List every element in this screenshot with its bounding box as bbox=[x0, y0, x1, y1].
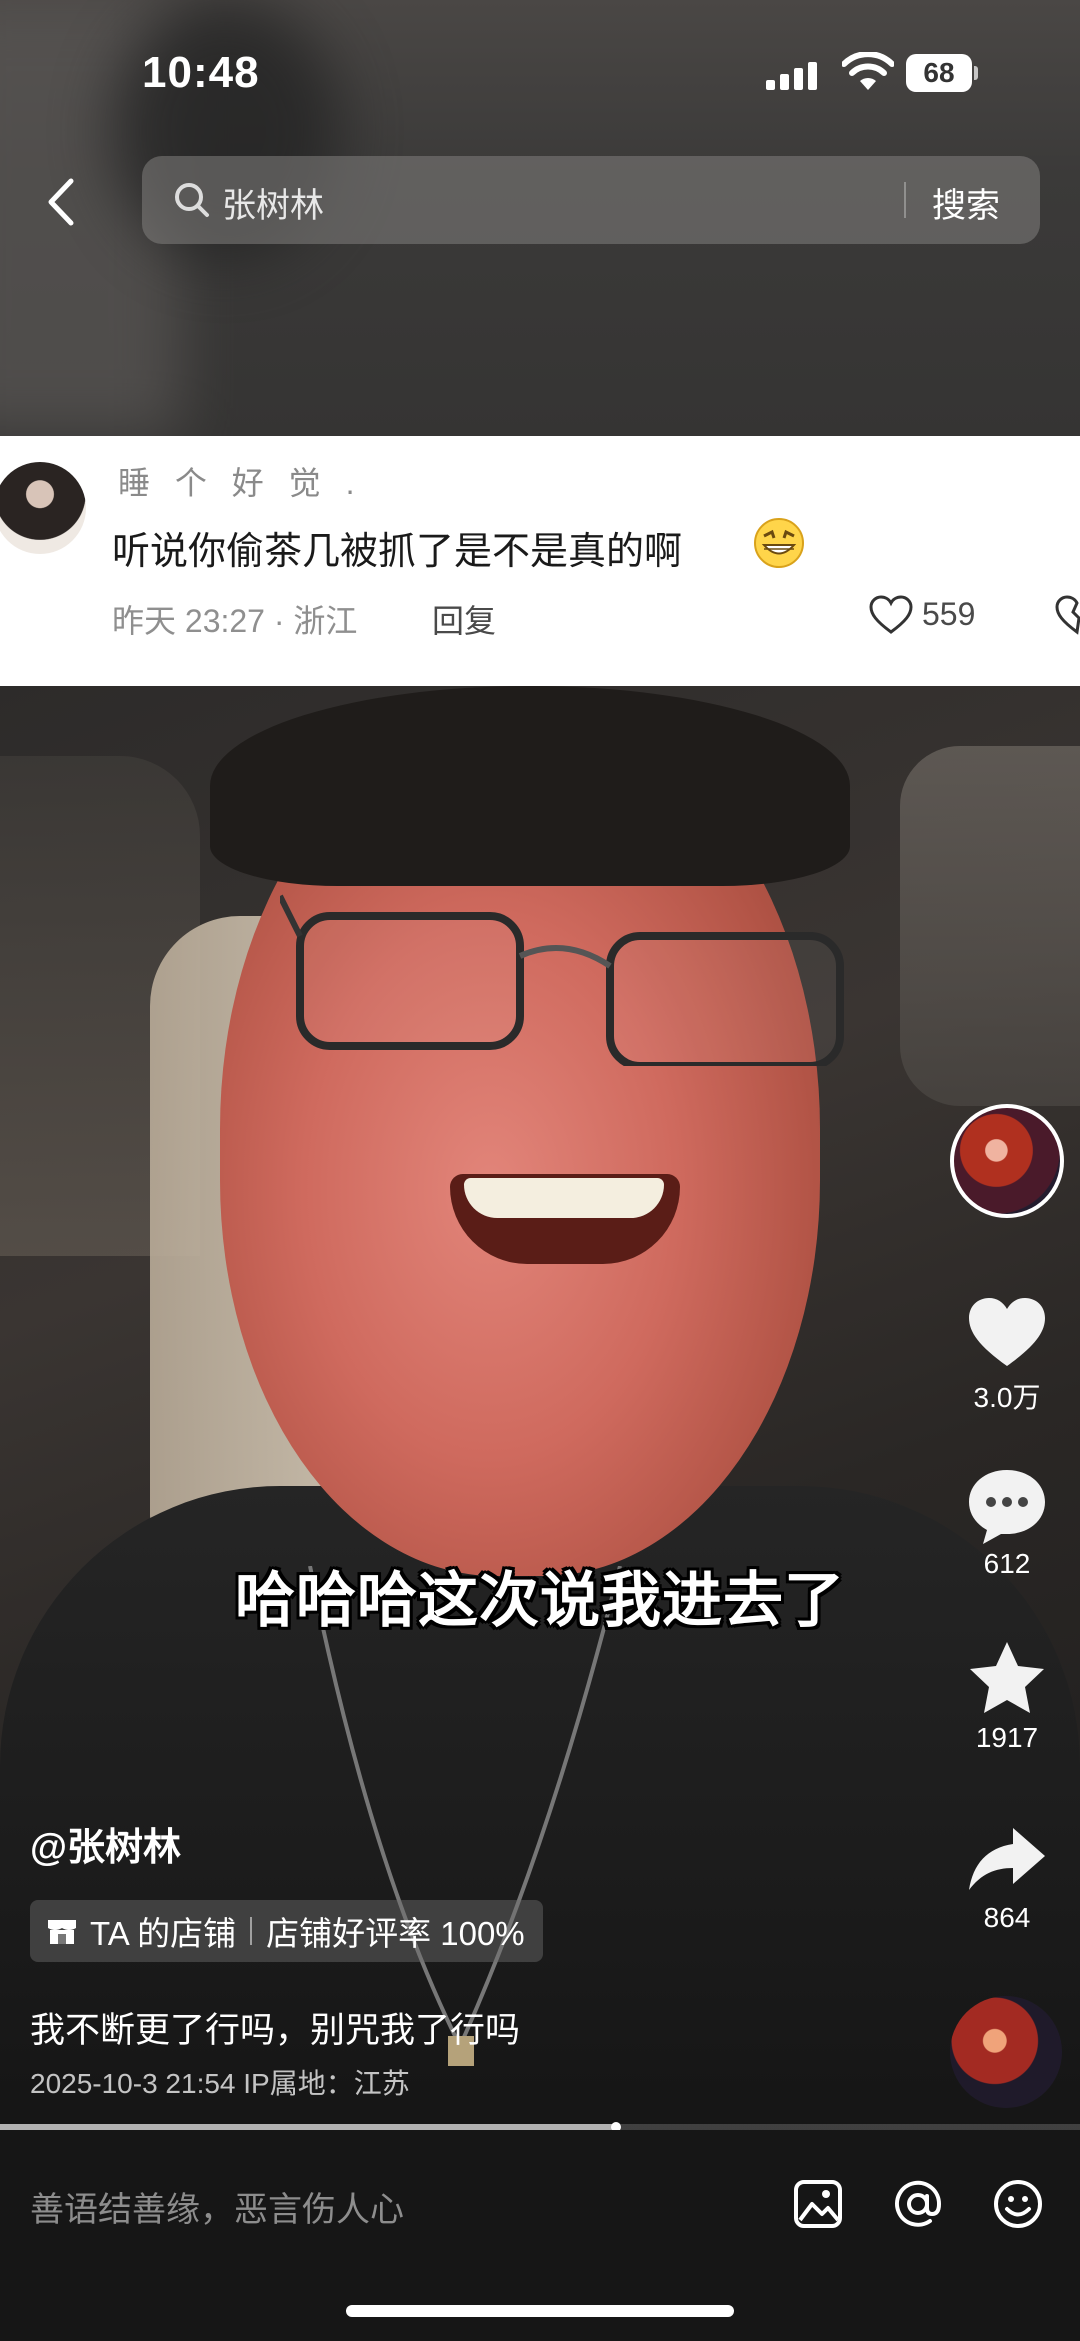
share-button[interactable]: 864 bbox=[950, 1824, 1064, 1934]
like-button[interactable]: 3.0万 bbox=[950, 1294, 1064, 1416]
comment-count: 612 bbox=[983, 1548, 1031, 1579]
search-icon bbox=[175, 183, 209, 217]
like-count: 3.0万 bbox=[973, 1382, 1041, 1413]
comment-meta: 昨天 23:27 · 浙江 bbox=[112, 603, 358, 639]
back-icon bbox=[48, 178, 74, 226]
shop-rating: 店铺好评率 100% bbox=[266, 1915, 525, 1952]
shop-tag[interactable]: TA 的店铺 店铺好评率 100% bbox=[30, 1900, 543, 1962]
search-bar[interactable]: 张树林 搜索 bbox=[142, 156, 1040, 244]
comment-text: 听说你偷茶几被抓了是不是真的啊 bbox=[112, 531, 683, 573]
favorite-count: 1917 bbox=[975, 1722, 1039, 1753]
back-button[interactable] bbox=[36, 170, 84, 234]
heart-icon[interactable] bbox=[868, 594, 914, 636]
emoji-icon[interactable] bbox=[992, 2178, 1044, 2230]
shop-icon bbox=[48, 1920, 76, 1944]
comment-icon bbox=[969, 1470, 1045, 1544]
video-subtitle: 哈哈哈这次说我进去了 bbox=[235, 1567, 845, 1634]
heart-icon bbox=[969, 1298, 1045, 1366]
post-meta: 2025-10-3 21:54 IP属地：江苏 bbox=[30, 2068, 410, 2099]
wifi-icon bbox=[842, 52, 894, 90]
battery-icon: 68 bbox=[906, 54, 978, 92]
image-icon[interactable] bbox=[792, 2178, 844, 2230]
commenter-avatar[interactable] bbox=[0, 462, 86, 554]
necklace bbox=[308, 1566, 622, 2066]
home-indicator[interactable] bbox=[346, 2305, 734, 2317]
status-time: 10:48 bbox=[142, 48, 260, 97]
search-button[interactable]: 搜索 bbox=[932, 178, 1000, 227]
reply-button[interactable]: 回复 bbox=[432, 596, 496, 642]
battery-level: 68 bbox=[906, 54, 972, 92]
favorite-button[interactable]: 1917 bbox=[950, 1638, 1064, 1754]
glasses bbox=[280, 894, 844, 1066]
music-disc-avatar[interactable] bbox=[950, 1996, 1062, 2108]
progress-knob[interactable] bbox=[610, 2122, 621, 2130]
broken-heart-icon[interactable] bbox=[1054, 594, 1080, 636]
search-input[interactable]: 张树林 bbox=[222, 178, 324, 227]
video-caption: 我不断更了行吗，别咒我了行吗 bbox=[30, 2011, 521, 2050]
comment-button[interactable]: 612 bbox=[950, 1466, 1064, 1580]
video-player[interactable]: 哈哈哈这次说我进去了 3.0万 612 1917 864 @张树林 TA 的店铺… bbox=[0, 686, 1080, 2130]
person-mouth bbox=[450, 1174, 680, 1264]
share-count: 864 bbox=[983, 1902, 1031, 1933]
share-icon bbox=[969, 1828, 1045, 1890]
shop-label: TA 的店铺 bbox=[90, 1915, 237, 1952]
commenter-username[interactable]: 睡 个 好 觉 . bbox=[118, 458, 362, 504]
cellular-signal-icon bbox=[766, 58, 824, 90]
video-author[interactable]: @张树林 bbox=[30, 1816, 181, 1871]
at-icon[interactable] bbox=[892, 2178, 944, 2230]
star-icon bbox=[970, 1642, 1044, 1713]
person-hair bbox=[210, 686, 850, 886]
comment-like-count: 559 bbox=[922, 596, 976, 632]
grin-emoji-icon bbox=[754, 518, 804, 568]
comment-card: 睡 个 好 觉 . 听说你偷茶几被抓了是不是真的啊 昨天 23:27 · 浙江 … bbox=[0, 436, 1080, 686]
creator-avatar[interactable] bbox=[950, 1104, 1064, 1218]
comment-input[interactable]: 善语结善缘，恶言伤人心 bbox=[30, 2182, 404, 2231]
status-bar: 10:48 68 bbox=[0, 0, 1080, 140]
